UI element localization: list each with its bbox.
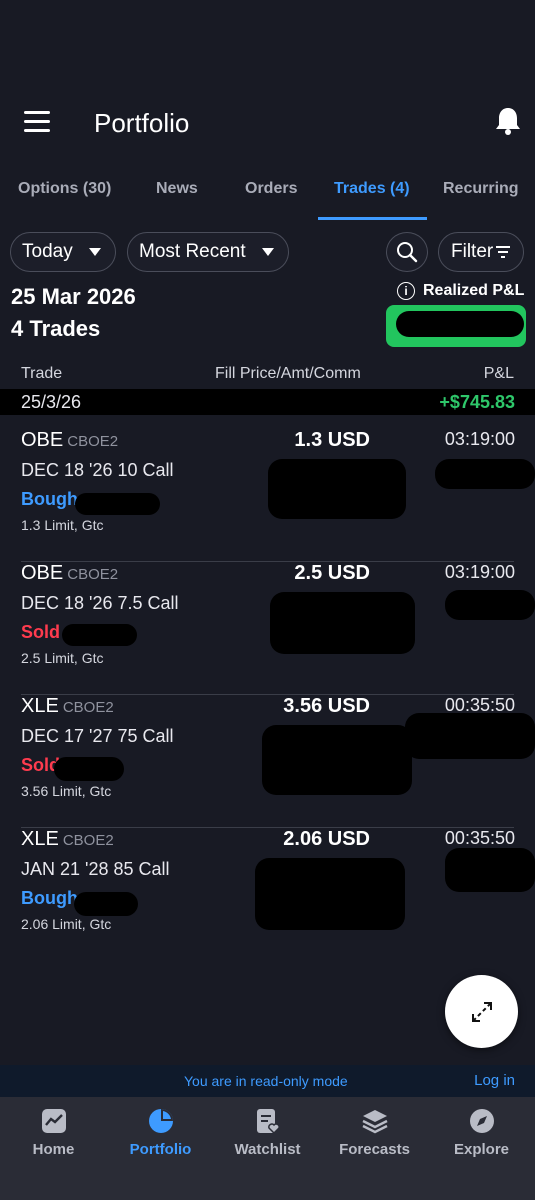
trade-symbol: OBE CBOE2 bbox=[21, 562, 119, 584]
realized-pnl-badge bbox=[386, 305, 526, 347]
trade-order: 1.3 Limit, Gtc bbox=[21, 517, 104, 533]
summary-date: 25 Mar 2026 bbox=[11, 284, 136, 309]
active-tab-indicator bbox=[318, 217, 427, 220]
tab-trades[interactable]: Trades (4) bbox=[334, 180, 410, 198]
page-title: Portfolio bbox=[94, 108, 190, 138]
search-icon bbox=[397, 242, 418, 263]
readonly-banner: You are in read-only mode Log in bbox=[0, 1065, 535, 1097]
redaction bbox=[62, 624, 137, 646]
nav-explore[interactable]: Explore bbox=[428, 1107, 535, 1158]
redaction bbox=[54, 757, 124, 781]
trade-symbol: OBE CBOE2 bbox=[21, 429, 119, 451]
nav-label: Forecasts bbox=[339, 1141, 410, 1158]
caret-down-icon bbox=[262, 248, 274, 256]
trade-price: 1.3 USD bbox=[294, 429, 370, 451]
nav-label: Explore bbox=[453, 1141, 510, 1158]
redaction bbox=[396, 311, 524, 337]
redaction bbox=[435, 459, 535, 489]
redaction bbox=[74, 892, 138, 916]
column-fill: Fill Price/Amt/Comm bbox=[215, 365, 361, 382]
trade-price: 3.56 USD bbox=[283, 695, 370, 717]
trade-row[interactable]: OBE CBOE2 DEC 18 '26 10 Call Bough 1.3 Li… bbox=[0, 429, 535, 562]
redaction bbox=[270, 592, 415, 654]
home-chart-icon bbox=[41, 1109, 66, 1133]
trade-price: 2.5 USD bbox=[294, 562, 370, 584]
trade-order: 3.56 Limit, Gtc bbox=[21, 783, 112, 799]
column-pnl: P&L bbox=[483, 365, 514, 382]
tab-recurring[interactable]: Recurring bbox=[443, 180, 519, 198]
trade-order: 2.5 Limit, Gtc bbox=[21, 650, 104, 666]
trade-time: 03:19:00 bbox=[444, 562, 515, 582]
filter-label: Filter bbox=[451, 241, 494, 262]
trade-contract: DEC 17 '27 75 Call bbox=[21, 726, 174, 746]
trade-side: Sold bbox=[21, 622, 60, 642]
redaction bbox=[445, 590, 535, 620]
redaction bbox=[268, 459, 406, 519]
trades-count: 4 Trades bbox=[11, 316, 101, 341]
trade-row[interactable]: XLE CBOE2 DEC 17 '27 75 Call Sold 3.56 Li… bbox=[0, 695, 535, 828]
bottom-nav: Home Portfolio Watchlist Forecasts Explo… bbox=[0, 1097, 535, 1200]
realized-pnl-text: Realized P&L bbox=[423, 282, 525, 299]
expand-button[interactable] bbox=[445, 975, 518, 1048]
trade-contract: DEC 18 '26 10 Call bbox=[21, 460, 174, 480]
filter-button[interactable]: Filter bbox=[438, 232, 524, 272]
period-dropdown[interactable]: Today bbox=[10, 232, 116, 272]
login-link[interactable]: Log in bbox=[474, 1072, 515, 1089]
period-value: Today bbox=[22, 241, 73, 262]
redaction bbox=[445, 848, 535, 892]
nav-forecasts[interactable]: Forecasts bbox=[321, 1107, 428, 1158]
tab-news[interactable]: News bbox=[156, 180, 198, 198]
redaction bbox=[262, 725, 412, 795]
menu-icon[interactable] bbox=[24, 111, 50, 133]
column-trade: Trade bbox=[21, 365, 63, 382]
trade-row[interactable]: OBE CBOE2 DEC 18 '26 7.5 Call Sold 2.5 Li… bbox=[0, 562, 535, 695]
watchlist-icon bbox=[256, 1109, 280, 1135]
info-icon: i bbox=[397, 282, 415, 300]
trade-time: 00:35:50 bbox=[444, 828, 515, 848]
group-pnl: +$745.83 bbox=[439, 392, 515, 412]
trade-price: 2.06 USD bbox=[283, 828, 370, 850]
nav-watchlist[interactable]: Watchlist bbox=[214, 1107, 321, 1158]
redaction bbox=[255, 858, 405, 930]
nav-label: Home bbox=[32, 1141, 75, 1158]
tab-bar: Options (30) News Orders Trades (4) Recu… bbox=[0, 168, 535, 220]
trade-side: Bough bbox=[21, 489, 78, 509]
trade-order: 2.06 Limit, Gtc bbox=[21, 916, 112, 932]
trade-side: Bough bbox=[21, 888, 78, 908]
caret-down-icon bbox=[89, 248, 101, 256]
redaction bbox=[405, 713, 535, 759]
trade-symbol: XLE CBOE2 bbox=[21, 828, 114, 850]
realized-pnl-label[interactable]: i Realized P&L bbox=[397, 282, 524, 300]
trade-contract: JAN 21 '28 85 Call bbox=[21, 859, 170, 879]
tab-options[interactable]: Options (30) bbox=[18, 180, 111, 198]
sort-dropdown[interactable]: Most Recent bbox=[127, 232, 289, 272]
trade-symbol: XLE CBOE2 bbox=[21, 695, 114, 717]
layers-icon bbox=[361, 1110, 388, 1134]
search-button[interactable] bbox=[386, 232, 428, 272]
trade-time: 03:19:00 bbox=[444, 429, 515, 449]
tab-orders[interactable]: Orders bbox=[245, 180, 297, 198]
nav-portfolio[interactable]: Portfolio bbox=[107, 1107, 214, 1158]
nav-label: Portfolio bbox=[129, 1141, 192, 1158]
group-date: 25/3/26 bbox=[21, 392, 82, 412]
nav-label: Watchlist bbox=[234, 1141, 301, 1158]
date-group-row: 25/3/26 +$745.83 bbox=[0, 389, 535, 415]
filter-lines-icon bbox=[496, 246, 510, 258]
sort-value: Most Recent bbox=[139, 241, 246, 262]
bell-icon[interactable] bbox=[494, 106, 522, 136]
expand-arrows-icon bbox=[471, 1001, 492, 1022]
nav-home[interactable]: Home bbox=[0, 1107, 107, 1158]
readonly-message: You are in read-only mode bbox=[184, 1073, 348, 1089]
trade-row[interactable]: XLE CBOE2 JAN 21 '28 85 Call Bough 2.06 L… bbox=[0, 828, 535, 948]
redaction bbox=[75, 493, 160, 515]
compass-icon bbox=[469, 1109, 494, 1133]
pie-chart-icon bbox=[148, 1109, 173, 1133]
trade-contract: DEC 18 '26 7.5 Call bbox=[21, 593, 179, 613]
